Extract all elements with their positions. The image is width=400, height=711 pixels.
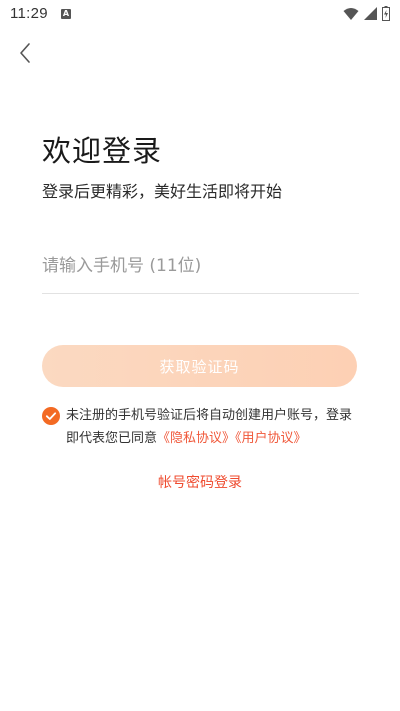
password-login-link[interactable]: 帐号密码登录 bbox=[0, 472, 400, 492]
agreement-row: 未注册的手机号验证后将自动创建用户账号，登录即代表您已同意《隐私协议》《用户协议… bbox=[42, 404, 360, 450]
phone-input-container bbox=[42, 248, 359, 294]
back-button[interactable] bbox=[12, 40, 38, 66]
get-verification-code-button[interactable]: 获取验证码 bbox=[42, 345, 357, 387]
chevron-left-icon bbox=[20, 43, 30, 63]
status-bar: 11:29 A bbox=[0, 0, 400, 28]
wifi-icon bbox=[343, 7, 359, 20]
status-time: 11:29 bbox=[10, 5, 48, 22]
user-agreement-link[interactable]: 《用户协议》 bbox=[235, 431, 307, 446]
agreement-text: 未注册的手机号验证后将自动创建用户账号，登录即代表您已同意《隐私协议》《用户协议… bbox=[66, 404, 360, 450]
phone-input[interactable] bbox=[42, 248, 359, 284]
signal-icon bbox=[364, 7, 377, 20]
notification-a-icon: A bbox=[61, 9, 71, 19]
page-title: 欢迎登录 bbox=[42, 134, 163, 168]
page-subtitle: 登录后更精彩，美好生活即将开始 bbox=[42, 182, 283, 201]
status-icons bbox=[343, 6, 390, 21]
privacy-policy-link[interactable]: 《隐私协议》 bbox=[157, 431, 235, 446]
check-circle-icon[interactable] bbox=[42, 407, 60, 425]
battery-icon bbox=[382, 6, 390, 21]
